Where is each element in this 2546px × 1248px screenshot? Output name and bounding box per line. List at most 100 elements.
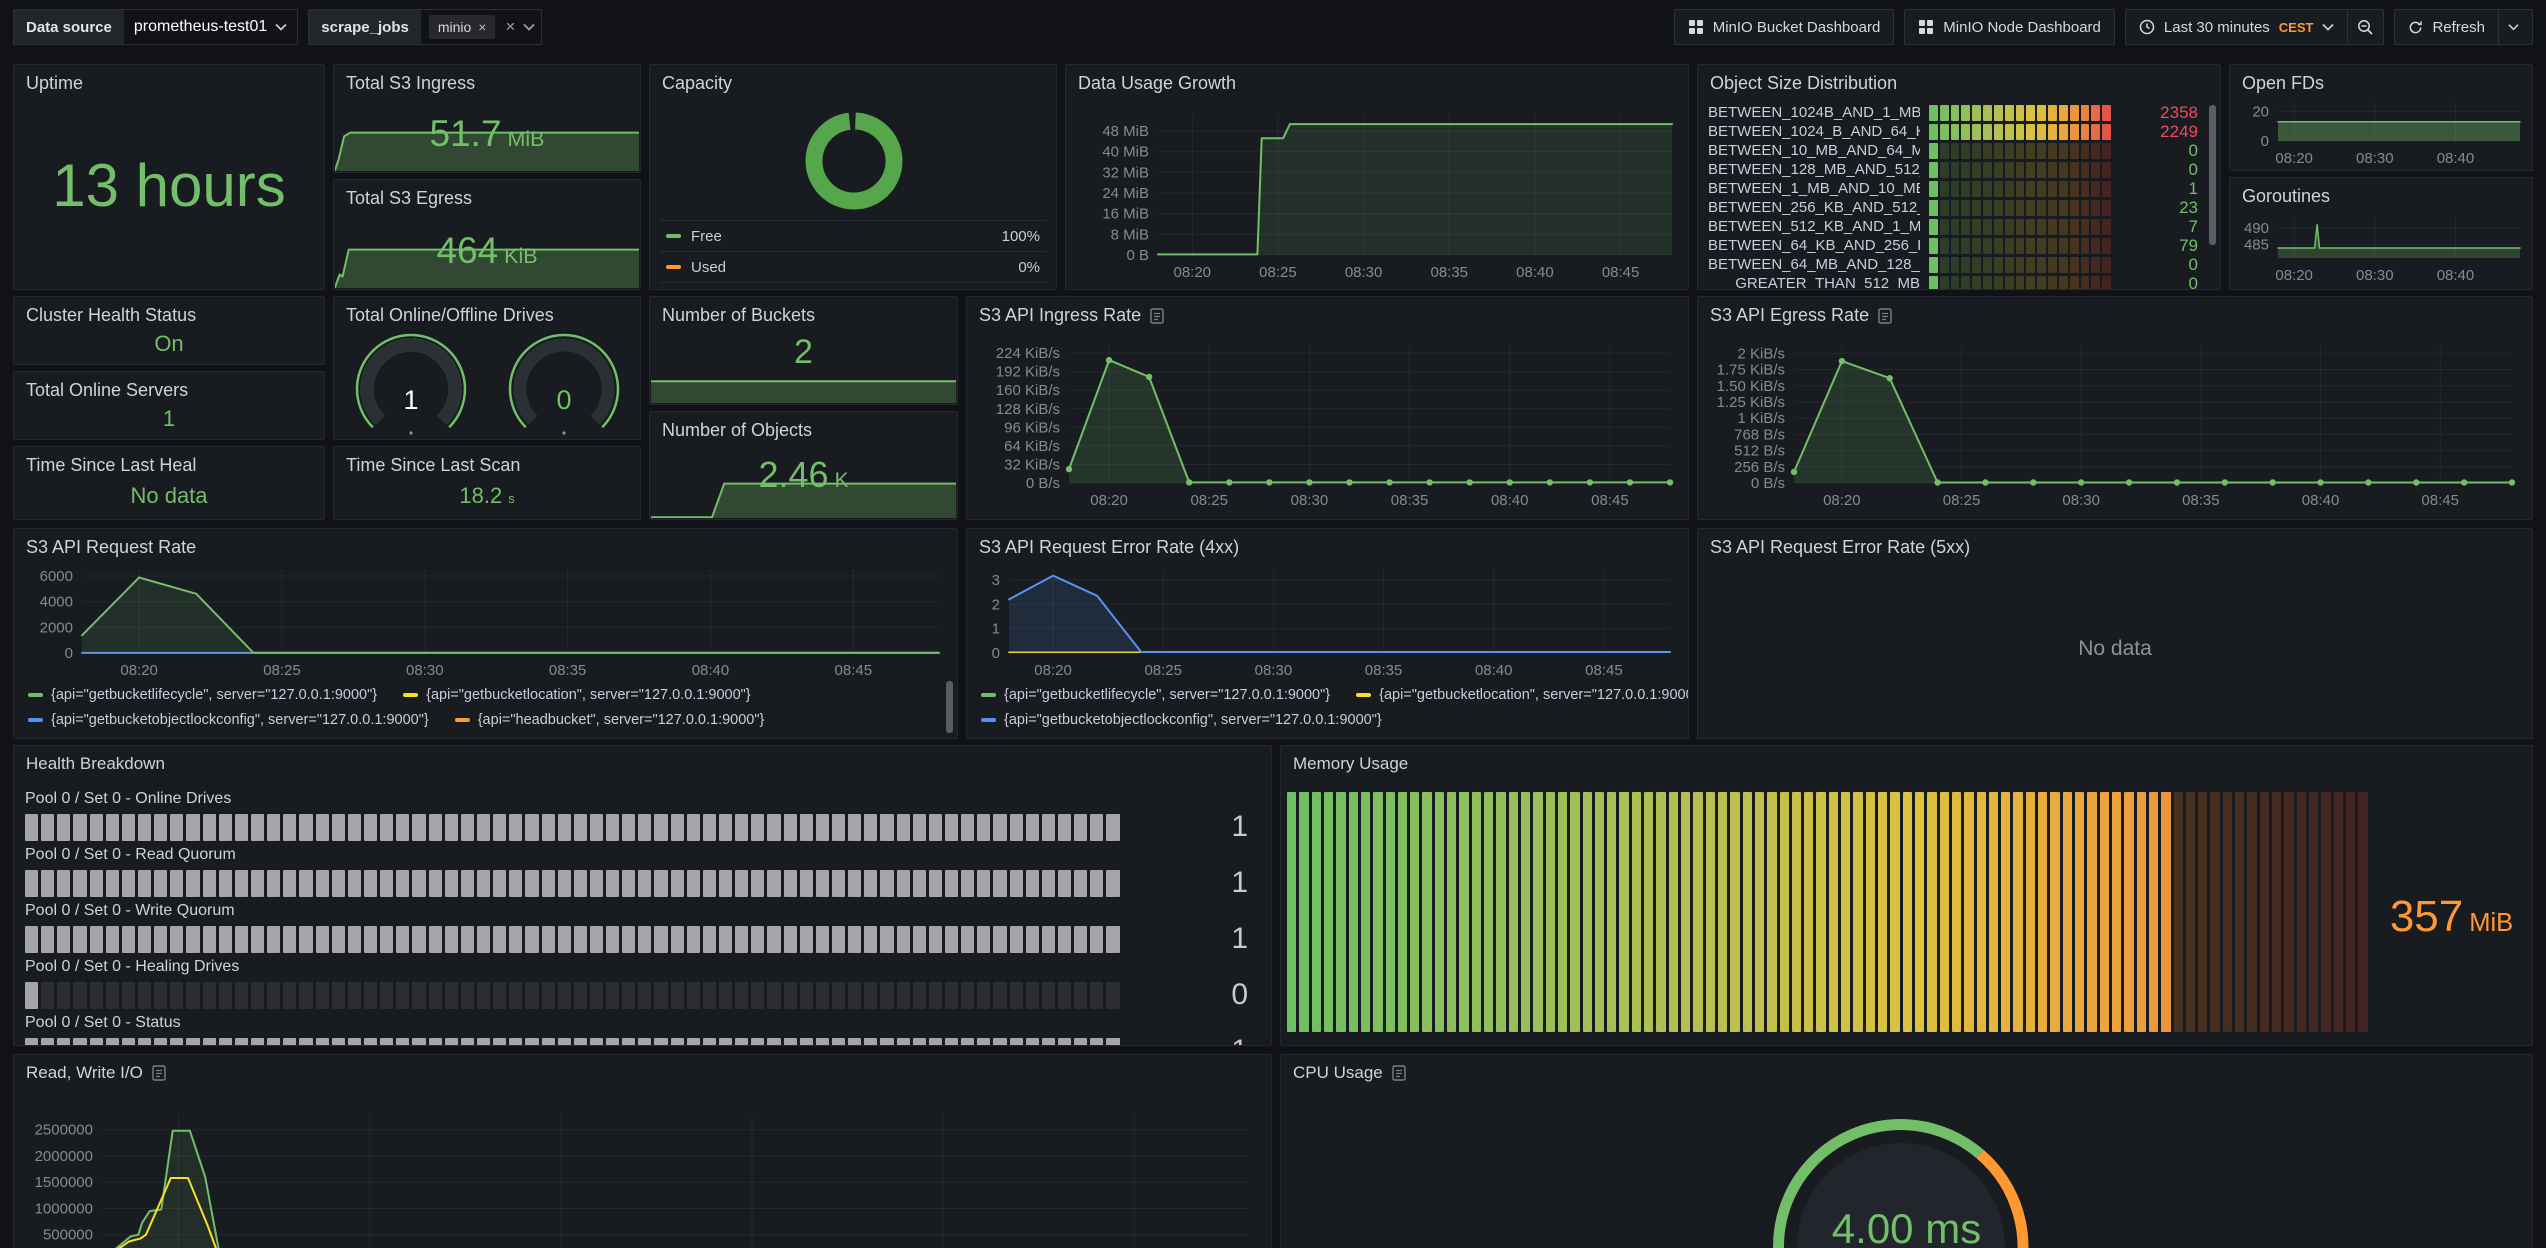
- panel-title[interactable]: Total Online/Offline Drives: [346, 305, 632, 326]
- panel-title[interactable]: S3 API Ingress Rate: [979, 305, 1680, 326]
- led-segment: [945, 870, 958, 897]
- panel-title[interactable]: Health Breakdown: [26, 754, 1263, 774]
- panel-title[interactable]: Data Usage Growth: [1078, 73, 1680, 94]
- led-segment: [1951, 200, 1960, 216]
- datasource-picker[interactable]: Data source prometheus-test01: [13, 9, 298, 45]
- capacity-donut[interactable]: [650, 93, 1057, 233]
- led-segment: [2223, 792, 2232, 1032]
- panel-read-write-io: Read, Write I/O 08:2008:2508:3008:3508:4…: [13, 1054, 1272, 1248]
- scrape-jobs-tag-minio[interactable]: minio×: [429, 15, 496, 39]
- buckets-sparkline[interactable]: [651, 375, 956, 403]
- osd-led-bar: [1929, 219, 2111, 235]
- capacity-legend-row[interactable]: Used0%: [660, 251, 1046, 283]
- legend-item[interactable]: {api="getbucketlocation", server="127.0.…: [403, 687, 751, 703]
- remove-tag-icon[interactable]: ×: [478, 19, 486, 35]
- led-segment: [1994, 276, 2003, 290]
- data-usage-growth-chart[interactable]: 08:2008:2508:3008:3508:4008:450 B8 MiB16…: [1072, 103, 1682, 285]
- svg-text:0: 0: [2261, 133, 2269, 150]
- panel-description-icon[interactable]: [1878, 308, 1892, 324]
- led-segment: [784, 1038, 797, 1047]
- panel-title[interactable]: Number of Objects: [662, 420, 949, 441]
- panel-title[interactable]: Uptime: [26, 73, 316, 94]
- led-segment: [2026, 238, 2035, 254]
- bucket-dashboard-button[interactable]: MinIO Bucket Dashboard: [1674, 9, 1895, 45]
- legend-item[interactable]: {api="getbucketobjectlockconfig", server…: [981, 712, 1382, 728]
- panel-title[interactable]: S3 API Request Error Rate (4xx): [979, 537, 1680, 558]
- scrollbar-thumb[interactable]: [946, 681, 953, 733]
- panel-total-s3-ingress: Total S3 Ingress 51.7MiB: [333, 64, 641, 173]
- legend-item[interactable]: {api="getbucketobjectlockconfig", server…: [28, 712, 429, 728]
- led-segment: [2102, 219, 2111, 235]
- led-segment: [1484, 792, 1493, 1032]
- refresh-button[interactable]: Refresh: [2394, 9, 2533, 45]
- led-segment: [138, 926, 151, 953]
- panel-title[interactable]: Goroutines: [2242, 186, 2524, 207]
- legend-item[interactable]: {api="getbucketlifecycle", server="127.0…: [981, 687, 1330, 703]
- led-segment: [1299, 792, 1308, 1032]
- led-segment: [671, 926, 684, 953]
- svg-text:40 MiB: 40 MiB: [1102, 144, 1149, 161]
- led-segment: [493, 982, 506, 1009]
- panel-title[interactable]: S3 API Request Error Rate (5xx): [1710, 537, 2524, 558]
- panel-description-icon[interactable]: [1150, 308, 1164, 324]
- osd-led-bar: [1929, 124, 2111, 140]
- s3-egress-rate-chart[interactable]: 08:2008:2508:3008:3508:4008:450 B/s256 B…: [1704, 335, 2526, 513]
- zoom-out-time-button[interactable]: [2348, 9, 2384, 45]
- scrollbar-thumb[interactable]: [2209, 105, 2216, 245]
- panel-title[interactable]: Cluster Health Status: [26, 305, 316, 326]
- led-segment: [57, 1038, 70, 1047]
- led-segment: [1058, 926, 1071, 953]
- panel-title[interactable]: Object Size Distribution: [1710, 73, 2212, 94]
- s3-request-rate-chart[interactable]: 08:2008:2508:3008:3508:4008:450200040006…: [20, 561, 951, 681]
- led-segment: [1619, 792, 1628, 1032]
- panel-title[interactable]: CPU Usage: [1293, 1063, 2524, 1083]
- chart-svg: 08:2008:2508:3008:3508:4008:450500000100…: [20, 1101, 1261, 1248]
- legend-item[interactable]: {api="getbucketlifecycle", server="127.0…: [28, 687, 377, 703]
- panel-title[interactable]: Open FDs: [2242, 73, 2524, 94]
- clock-icon: [2139, 19, 2155, 35]
- legend-item[interactable]: {api="getbucketlocation", server="127.0.…: [1356, 687, 1689, 703]
- panel-title[interactable]: Total S3 Egress: [346, 188, 632, 209]
- s3-error-rate-4xx-chart[interactable]: 08:2008:2508:3008:3508:4008:450123: [973, 561, 1682, 681]
- panel-description-icon[interactable]: [152, 1065, 166, 1081]
- s3-ingress-rate-chart[interactable]: 08:2008:2508:3008:3508:4008:450 B/s32 Ki…: [973, 335, 1682, 513]
- led-segment: [2026, 200, 2035, 216]
- panel-title[interactable]: Memory Usage: [1293, 754, 2524, 774]
- capacity-legend-row[interactable]: Free100%: [660, 220, 1046, 251]
- led-segment: [945, 926, 958, 953]
- scrape-jobs-filter[interactable]: scrape_jobs minio× ×: [308, 9, 542, 45]
- panel-title[interactable]: Number of Buckets: [662, 305, 949, 326]
- chevron-down-icon[interactable]: [523, 23, 535, 31]
- panel-title[interactable]: Time Since Last Scan: [346, 455, 632, 476]
- led-segment: [461, 814, 474, 841]
- panel-title[interactable]: S3 API Egress Rate: [1710, 305, 2524, 326]
- read-write-io-chart[interactable]: 08:2008:2508:3008:3508:4008:450500000100…: [20, 1101, 1261, 1248]
- panel-title[interactable]: Total S3 Ingress: [346, 73, 632, 94]
- led-segment: [348, 926, 361, 953]
- led-segment: [1929, 124, 1938, 140]
- led-segment: [1693, 792, 1702, 1032]
- legend-item[interactable]: {api="headbucket", server="127.0.0.1:900…: [455, 712, 765, 728]
- led-segment: [606, 1038, 619, 1047]
- led-segment: [138, 870, 151, 897]
- goroutines-chart[interactable]: 08:2008:3008:40485490: [2234, 210, 2528, 284]
- led-segment: [267, 870, 280, 897]
- led-segment: [2059, 276, 2068, 290]
- panel-title[interactable]: S3 API Request Rate: [26, 537, 949, 558]
- led-segment: [961, 1038, 974, 1047]
- panel-description-icon[interactable]: [1392, 1065, 1406, 1081]
- clear-filter-icon[interactable]: ×: [505, 17, 515, 37]
- datasource-value[interactable]: prometheus-test01: [124, 18, 297, 36]
- node-dashboard-button[interactable]: MinIO Node Dashboard: [1904, 9, 2115, 45]
- panel-title[interactable]: Read, Write I/O: [26, 1063, 1263, 1083]
- panel-title[interactable]: Total Online Servers: [26, 380, 316, 401]
- panel-title[interactable]: Time Since Last Heal: [26, 455, 316, 476]
- led-segment: [1010, 870, 1023, 897]
- time-range-picker[interactable]: Last 30 minutes CEST: [2125, 9, 2349, 45]
- open-fds-chart[interactable]: 08:2008:3008:40020: [2234, 93, 2528, 167]
- led-segment: [1951, 276, 1960, 290]
- panel-title[interactable]: Capacity: [662, 73, 1048, 94]
- chevron-down-icon[interactable]: [2508, 23, 2519, 31]
- led-segment: [574, 870, 587, 897]
- health-row-label: Pool 0 / Set 0 - Status: [25, 1014, 1260, 1034]
